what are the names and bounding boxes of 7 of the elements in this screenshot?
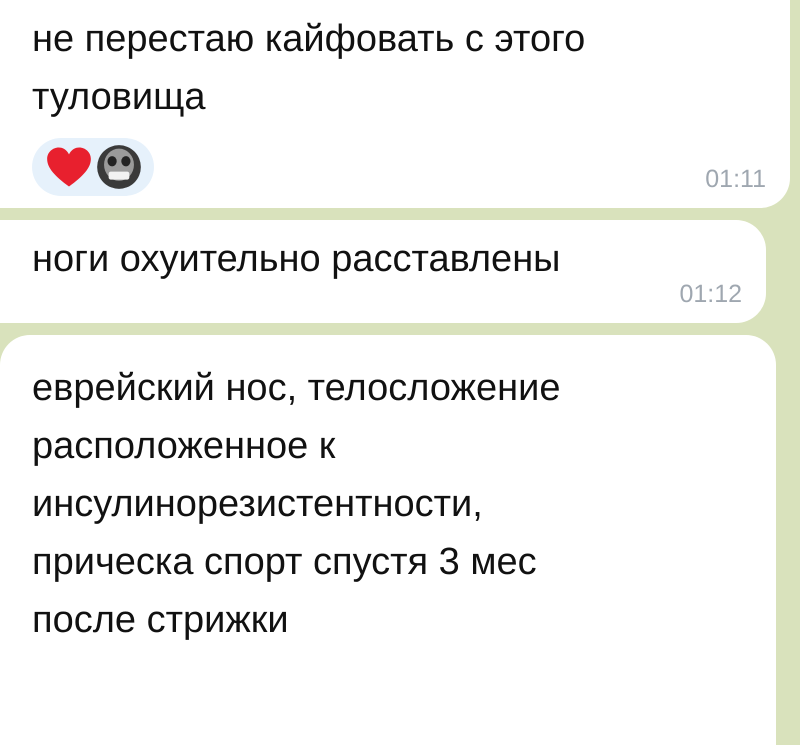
message-time: 01:11 xyxy=(705,165,766,195)
message-time: 01:12 xyxy=(679,280,742,310)
message-text: не перестаю кайфовать с этого туловища xyxy=(32,17,586,120)
heart-icon xyxy=(46,146,92,188)
message-text: ноги охуительно расставлены xyxy=(32,237,562,282)
message-text: еврейский нос, телосложение расположенное к инсулинорезистентности, прическа спорт спустя 3 мес после стрижки xyxy=(32,366,562,643)
skull-icon xyxy=(96,144,142,190)
